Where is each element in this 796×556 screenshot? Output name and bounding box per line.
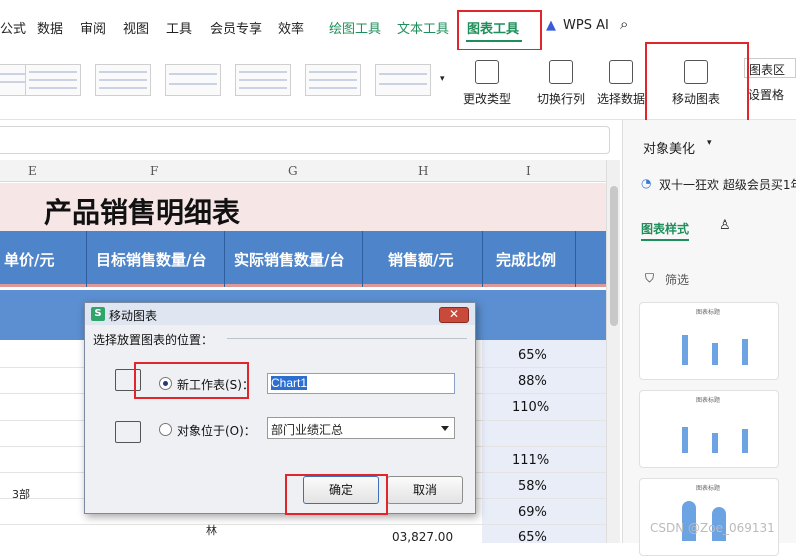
- highlight-box-new-sheet: [134, 362, 249, 399]
- move-chart-dialog: S 移动图表 ✕ 选择放置图表的位置： 新工作表(S)： Chart1 对象位于…: [84, 302, 476, 514]
- promo-text[interactable]: 双十一狂欢 超级会员买1年: [659, 176, 796, 193]
- wps-ai-icon[interactable]: ▲: [546, 18, 556, 33]
- tab-drawing-tools[interactable]: 绘图工具: [329, 18, 381, 37]
- table-cell[interactable]: 3部: [12, 486, 30, 502]
- chart-style-card[interactable]: 图表标题: [639, 478, 779, 556]
- switch-row-col-icon: [549, 60, 573, 84]
- tab-wps-ai[interactable]: WPS AI: [563, 18, 609, 33]
- table-cell[interactable]: 111%: [512, 453, 549, 468]
- change-type-button[interactable]: 更改类型: [457, 56, 517, 112]
- table-header-row: 单价/元 目标销售数量/台 实际销售数量/台 销售额/元 完成比例: [0, 231, 606, 287]
- highlight-box-chart-tools: [457, 10, 542, 51]
- tab-chart-style[interactable]: 图表样式: [641, 220, 689, 237]
- chart-style-thumb[interactable]: [165, 64, 221, 96]
- sheet-select[interactable]: 部门业绩汇总: [267, 417, 455, 439]
- table-cell[interactable]: 65%: [518, 348, 547, 363]
- dialog-prompt: 选择放置图表的位置：: [93, 333, 214, 347]
- object-in-label: 对象位于(O)：: [177, 424, 256, 438]
- table-cell[interactable]: 58%: [518, 479, 547, 494]
- select-data-button[interactable]: 选择数据: [591, 56, 651, 112]
- chart-style-thumb[interactable]: [25, 64, 81, 96]
- dialog-titlebar[interactable]: S 移动图表 ✕: [85, 303, 475, 325]
- chart-style-card[interactable]: 图表标题: [639, 390, 779, 468]
- dropdown-arrow-icon: [441, 426, 449, 431]
- change-type-icon: [475, 60, 499, 84]
- tab-review[interactable]: 审阅: [80, 18, 106, 37]
- chevron-down-icon: ▾: [707, 138, 712, 148]
- chart-style-thumb[interactable]: [305, 64, 361, 96]
- col-h[interactable]: H: [418, 164, 428, 178]
- chart-style-thumb[interactable]: [375, 64, 431, 96]
- object-beautify-dropdown[interactable]: 对象美化: [643, 138, 695, 157]
- tab-efficiency[interactable]: 效率: [278, 18, 304, 37]
- sheet-title: 产品销售明细表: [44, 196, 241, 229]
- settings-button[interactable]: 设置格: [748, 86, 784, 103]
- tab-underline: [641, 239, 689, 241]
- filter-label[interactable]: 筛选: [665, 271, 689, 288]
- header-sales: 销售额/元: [388, 251, 454, 269]
- column-header: E F G H I: [0, 160, 606, 182]
- table-cell[interactable]: 林: [206, 522, 217, 538]
- user-icon[interactable]: ♙: [719, 218, 731, 233]
- header-actual-qty: 实际销售数量/台: [234, 251, 345, 269]
- tab-data[interactable]: 数据: [37, 18, 63, 37]
- close-button[interactable]: ✕: [439, 307, 469, 323]
- col-g[interactable]: G: [288, 164, 298, 178]
- new-sheet-name-input[interactable]: Chart1: [267, 373, 455, 394]
- header-target-qty: 目标销售数量/台: [96, 251, 207, 269]
- tab-tools[interactable]: 工具: [166, 18, 192, 37]
- table-cell[interactable]: 88%: [518, 374, 547, 389]
- object-in-radio[interactable]: [159, 423, 172, 436]
- divider: [227, 338, 467, 339]
- tab-view[interactable]: 视图: [123, 18, 149, 37]
- chart-style-thumb[interactable]: [95, 64, 151, 96]
- highlight-box-ok: [285, 474, 388, 515]
- tab-formula[interactable]: 公式: [0, 18, 26, 37]
- switch-row-col-button[interactable]: 切换行列: [531, 56, 591, 112]
- watermark: CSDN @Zoe_069131: [650, 521, 775, 535]
- gallery-expand-icon[interactable]: ▾: [440, 74, 445, 84]
- vertical-scrollbar[interactable]: [606, 160, 620, 543]
- tab-member[interactable]: 会员专享: [210, 18, 262, 37]
- col-f[interactable]: F: [150, 164, 158, 178]
- table-cell[interactable]: 69%: [518, 505, 547, 520]
- wps-logo-icon: S: [91, 307, 105, 321]
- col-i[interactable]: I: [526, 164, 531, 178]
- dialog-title: 移动图表: [109, 309, 158, 323]
- chart-style-thumb[interactable]: [235, 64, 291, 96]
- scrollbar-thumb[interactable]: [610, 186, 618, 326]
- sheet-title-row: 产品销售明细表: [0, 183, 606, 231]
- right-panel: 对象美化 ▾ ◔ 双十一狂欢 超级会员买1年 图表样式 ♙ ⛉ 筛选 图表标题 …: [622, 120, 796, 556]
- formula-bar[interactable]: [0, 126, 610, 154]
- object-in-icon: [115, 421, 141, 443]
- select-data-icon: [609, 60, 633, 84]
- tab-text-tools[interactable]: 文本工具: [397, 18, 449, 37]
- table-cell[interactable]: 110%: [512, 400, 549, 415]
- header-completion: 完成比例: [496, 251, 557, 269]
- cancel-button[interactable]: 取消: [387, 476, 463, 504]
- filter-icon[interactable]: ⛉: [645, 271, 654, 286]
- header-unit-price: 单价/元: [4, 251, 55, 269]
- search-icon[interactable]: ⌕: [620, 15, 628, 33]
- bulb-icon: ◔: [641, 176, 652, 190]
- chart-area-select[interactable]: 图表区: [744, 58, 796, 78]
- table-cell[interactable]: 03,827.00: [392, 530, 453, 544]
- chart-style-card[interactable]: 图表标题: [639, 302, 779, 380]
- col-e[interactable]: E: [28, 164, 37, 178]
